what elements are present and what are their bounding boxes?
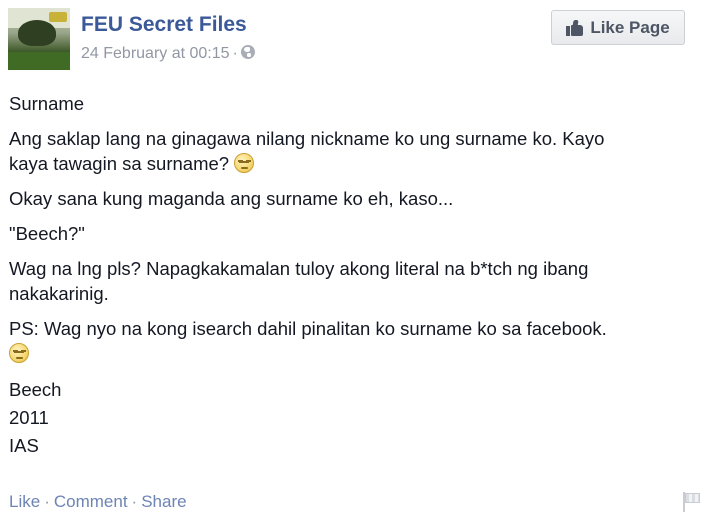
paragraph-1-line-2: kaya tawagin sa surname? xyxy=(9,151,709,176)
paragraph-5-line-1: PS: Wag nyo na kong isearch dahil pinali… xyxy=(9,318,607,339)
paragraph-3-text: "Beech?" xyxy=(9,223,85,244)
like-link[interactable]: Like xyxy=(9,492,40,511)
signature-name: Beech xyxy=(9,379,62,400)
paragraph-1-line-1: Ang saklap lang na ginagawa nilang nickn… xyxy=(9,128,605,149)
post-signature: Beech 2011 IAS xyxy=(9,376,709,460)
post-meta: 24 February at 00:15 · xyxy=(81,45,255,63)
post-paragraph-1: Ang saklap lang na ginagawa nilang nickn… xyxy=(9,126,709,176)
action-separator: · xyxy=(44,492,50,511)
signature-year: 2011 xyxy=(9,407,49,428)
page-name-link[interactable]: FEU Secret Files xyxy=(81,13,247,37)
avatar-ground xyxy=(8,52,70,70)
paragraph-2-text: Okay sana kung maganda ang surname ko eh… xyxy=(9,188,454,209)
post-title-text: Surname xyxy=(9,93,85,114)
post-paragraph-4: Wag na lng pls? Napagkakamalan tuloy ako… xyxy=(9,256,709,306)
avatar-tree xyxy=(18,20,56,46)
globe-icon[interactable] xyxy=(240,45,255,59)
post-paragraph-2: Okay sana kung maganda ang surname ko eh… xyxy=(9,186,709,211)
avatar-badge xyxy=(49,12,67,22)
paragraph-4-line-1: Wag na lng pls? Napagkakamalan tuloy ako… xyxy=(9,258,589,279)
share-link[interactable]: Share xyxy=(141,492,186,511)
flag-icon[interactable] xyxy=(680,490,702,512)
paragraph-5-line-2 xyxy=(9,341,709,366)
unamused-face-emoji xyxy=(234,153,255,173)
post-timestamp[interactable]: 24 February at 00:15 xyxy=(81,45,230,62)
post-actions: Like · Comment · Share xyxy=(9,492,187,512)
signature-dept: IAS xyxy=(9,435,39,456)
comment-link[interactable]: Comment xyxy=(54,492,128,511)
action-separator: · xyxy=(131,492,138,511)
paragraph-1-line-2-text: kaya tawagin sa surname? xyxy=(9,153,235,174)
post-title: Surname xyxy=(9,91,709,116)
facebook-post: FEU Secret Files 24 February at 00:15 · L… xyxy=(0,0,722,521)
post-paragraph-3: "Beech?" xyxy=(9,221,709,246)
meta-separator: · xyxy=(232,45,238,62)
unamused-face-emoji xyxy=(9,343,29,363)
like-page-label: Like Page xyxy=(590,17,670,37)
like-page-button[interactable]: Like Page xyxy=(551,10,685,45)
thumb-up-icon xyxy=(566,19,584,36)
paragraph-4-line-2: nakakarinig. xyxy=(9,283,109,304)
post-body: Surname Ang saklap lang na ginagawa nila… xyxy=(9,91,709,470)
post-paragraph-5: PS: Wag nyo na kong isearch dahil pinali… xyxy=(9,316,709,366)
page-avatar[interactable] xyxy=(8,8,70,70)
